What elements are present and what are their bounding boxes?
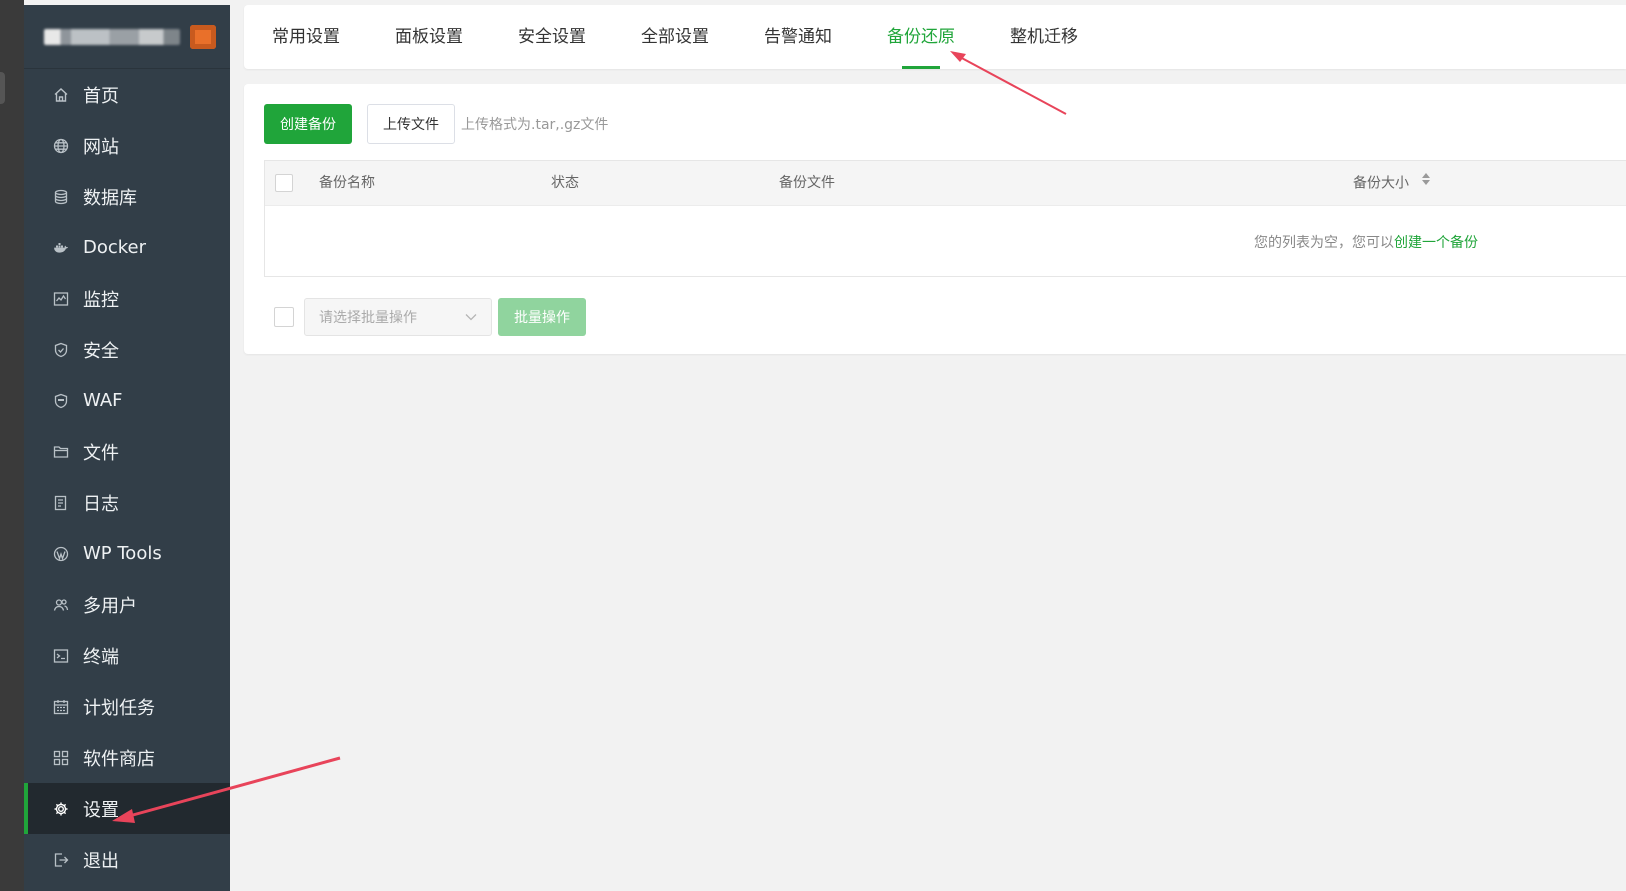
wordpress-icon [52,545,70,563]
settings-tabs: 常用设置 面板设置 安全设置 全部设置 告警通知 备份还原 整机迁移 [244,5,1626,69]
tab-all-settings[interactable]: 全部设置 [641,5,709,69]
sidebar-item-home[interactable]: 首页 [24,69,230,120]
table-empty-state: 您的列表为空，您可以创建一个备份 [265,206,1626,276]
upload-file-button[interactable]: 上传文件 [367,104,455,144]
sidebar-item-label: 终端 [83,646,119,668]
upload-format-hint: 上传格式为.tar,.gz文件 [461,117,609,133]
column-backup-size[interactable]: 备份大小 [1353,161,1431,207]
sidebar-item-label: 数据库 [83,187,137,209]
sidebar-item-label: 设置 [83,799,119,821]
tab-panel-settings[interactable]: 面板设置 [395,5,463,69]
backup-toolbar: 创建备份 上传文件 上传格式为.tar,.gz文件 [264,104,608,144]
column-status: 状态 [551,175,579,191]
terminal-icon [52,647,70,665]
column-backup-name: 备份名称 [319,175,375,191]
sidebar-item-label: 文件 [83,442,119,464]
sidebar-item-label: 计划任务 [83,697,155,719]
waf-shield-icon [52,392,70,410]
sidebar-nav: 首页 网站 数据库 Docker 监控 安全 WAF 文件 日志 WP Tool… [24,69,230,885]
batch-operations: 请选择批量操作 批量操作 [264,298,586,336]
docker-icon [52,239,70,257]
folder-icon [52,443,70,461]
column-backup-size-label: 备份大小 [1353,175,1409,192]
batch-select-placeholder: 请选择批量操作 [319,310,417,326]
empty-list-prefix: 您的列表为空，您可以 [1254,235,1394,251]
chevron-down-icon [465,309,477,325]
sidebar: 首页 网站 数据库 Docker 监控 安全 WAF 文件 日志 WP Tool… [24,5,230,891]
monitor-icon [52,290,70,308]
sidebar-item-security[interactable]: 安全 [24,324,230,375]
logout-icon [52,851,70,869]
sidebar-item-label: 网站 [83,136,119,158]
tab-common-settings[interactable]: 常用设置 [272,5,340,69]
sort-icon [1421,161,1431,206]
column-backup-file: 备份文件 [779,175,835,191]
create-backup-button[interactable]: 创建备份 [264,104,352,144]
sidebar-item-settings[interactable]: 设置 [24,783,230,834]
calendar-icon [52,698,70,716]
batch-operation-button[interactable]: 批量操作 [498,298,586,336]
database-icon [52,188,70,206]
sidebar-item-label: 日志 [83,493,119,515]
table-header: 备份名称 状态 备份文件 备份大小 [265,161,1626,206]
backup-table: 备份名称 状态 备份文件 备份大小 您的列表为空，您可以创建一个备份 [264,160,1626,277]
sidebar-item-label: 监控 [83,289,119,311]
sidebar-item-monitor[interactable]: 监控 [24,273,230,324]
sidebar-item-label: WAF [83,390,123,411]
sidebar-item-files[interactable]: 文件 [24,426,230,477]
home-icon [52,86,70,104]
sidebar-item-label: 安全 [83,340,119,362]
log-icon [52,494,70,512]
tab-security-settings[interactable]: 安全设置 [518,5,586,69]
window-edge-handle [0,72,5,104]
settings-tab-bar: 常用设置 面板设置 安全设置 全部设置 告警通知 备份还原 整机迁移 [244,5,1626,69]
gear-icon [52,800,70,818]
batch-action-select[interactable]: 请选择批量操作 [304,298,492,336]
sidebar-item-waf[interactable]: WAF [24,375,230,426]
tab-machine-migration[interactable]: 整机迁移 [1010,5,1078,69]
sidebar-item-logs[interactable]: 日志 [24,477,230,528]
sidebar-item-logout[interactable]: 退出 [24,834,230,885]
logo-icon [190,24,216,49]
sidebar-item-label: Docker [83,237,147,258]
sidebar-item-multi-user[interactable]: 多用户 [24,579,230,630]
sidebar-item-label: WP Tools [83,543,162,564]
sidebar-item-docker[interactable]: Docker [24,222,230,273]
sidebar-item-label: 退出 [83,850,119,872]
sidebar-item-terminal[interactable]: 终端 [24,630,230,681]
sidebar-item-label: 首页 [83,85,119,107]
globe-icon [52,137,70,155]
grid-icon [52,749,70,767]
logo-area [24,5,230,69]
sidebar-item-label: 多用户 [83,595,137,617]
select-all-checkbox[interactable] [275,174,293,192]
batch-select-checkbox[interactable] [274,307,294,327]
create-backup-link[interactable]: 创建一个备份 [1394,235,1478,251]
users-icon [52,596,70,614]
window-edge [0,0,24,891]
sidebar-item-website[interactable]: 网站 [24,120,230,171]
sidebar-item-label: 软件商店 [83,748,155,770]
tab-alert-notifications[interactable]: 告警通知 [764,5,832,69]
backup-restore-panel: 创建备份 上传文件 上传格式为.tar,.gz文件 备份名称 状态 备份文件 备… [244,84,1626,354]
empty-list-message: 您的列表为空，您可以创建一个备份 [1254,232,1478,252]
server-name-blurred [44,28,180,45]
sidebar-item-wp-tools[interactable]: WP Tools [24,528,230,579]
sidebar-item-database[interactable]: 数据库 [24,171,230,222]
shield-icon [52,341,70,359]
sidebar-item-app-store[interactable]: 软件商店 [24,732,230,783]
tab-backup-restore[interactable]: 备份还原 [887,5,955,69]
sidebar-item-cron[interactable]: 计划任务 [24,681,230,732]
